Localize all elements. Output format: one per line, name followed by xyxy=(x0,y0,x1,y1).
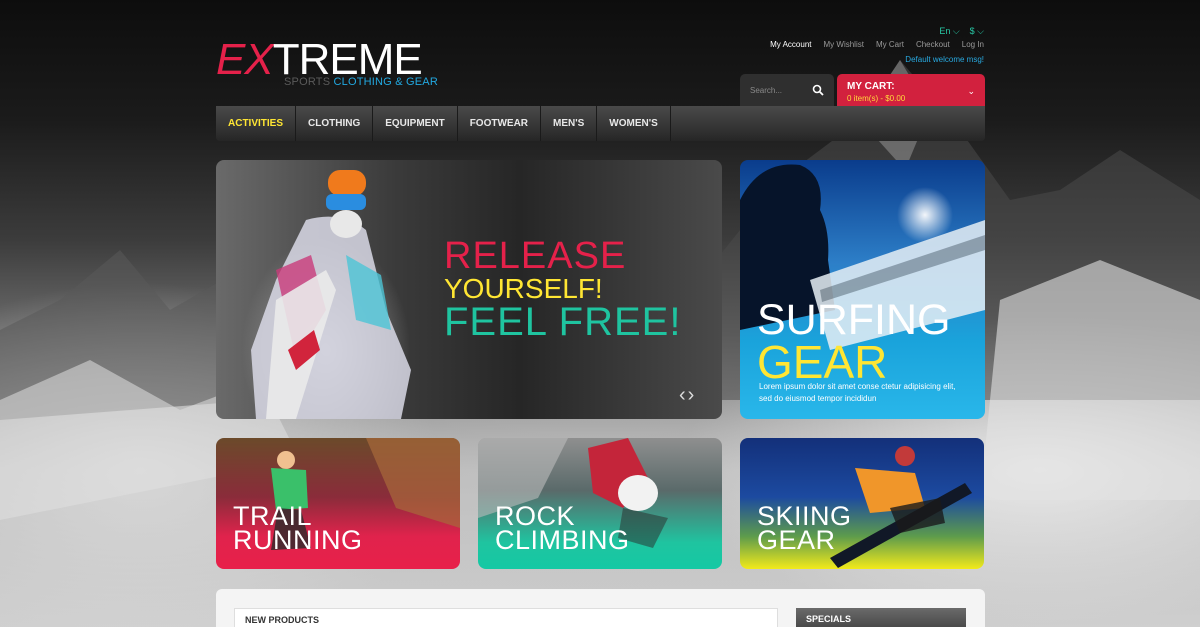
hero-line-release: RELEASE xyxy=(444,235,627,277)
search-input[interactable]: Search... xyxy=(750,86,782,95)
logo-tagline: SPORTS CLOTHING & GEAR xyxy=(284,76,438,88)
rock-climbing-title: ROCK CLIMBING xyxy=(495,503,630,555)
skiing-gear-title: SKIING GEAR xyxy=(757,503,852,555)
nav-equipment[interactable]: EQUIPMENT xyxy=(373,106,458,141)
checkout-link[interactable]: Checkout xyxy=(916,40,950,49)
prev-arrow-icon[interactable]: ‹ xyxy=(679,384,686,407)
logo-prefix: EX xyxy=(216,35,274,84)
site-logo[interactable]: EXTREME SPORTS CLOTHING & GEAR xyxy=(216,35,438,89)
search-icon[interactable] xyxy=(812,84,824,96)
hero-headline: RELEASE YOURSELF! FEEL FREE! xyxy=(444,235,682,344)
account-links: My Account My Wishlist My Cart Checkout … xyxy=(770,40,984,49)
specials-heading: SPECIALS xyxy=(796,608,966,627)
nav-footwear[interactable]: FOOTWEAR xyxy=(458,106,542,141)
welcome-message: Default welcome msg! xyxy=(905,55,984,64)
surfing-description: Lorem ipsum dolor sit amet conse ctetur … xyxy=(759,382,956,403)
rock-climbing-banner[interactable]: ROCK CLIMBING xyxy=(478,438,722,569)
my-wishlist-link[interactable]: My Wishlist xyxy=(824,40,864,49)
my-cart-link[interactable]: My Cart xyxy=(876,40,904,49)
ski-line-2: GEAR xyxy=(757,525,836,555)
log-in-link[interactable]: Log In xyxy=(962,40,984,49)
next-arrow-icon[interactable]: › xyxy=(688,384,695,407)
cart-summary: 0 item(s) - $0.00 xyxy=(847,94,906,103)
trail-line-2: RUNNING xyxy=(233,525,363,555)
logo-tagline-sports: SPORTS xyxy=(284,76,334,88)
currency-select[interactable]: $ ⌵ xyxy=(970,26,984,37)
skiing-gear-banner[interactable]: SKIING GEAR xyxy=(740,438,984,569)
nav-clothing[interactable]: CLOTHING xyxy=(296,106,374,141)
slider-arrows: ‹ › xyxy=(679,384,694,407)
language-select[interactable]: En ⌵ xyxy=(939,26,959,37)
search-box[interactable]: Search... xyxy=(740,74,834,106)
hero-line-feel-free: FEEL FREE! xyxy=(444,300,682,344)
locale-switchers: En ⌵ $ ⌵ xyxy=(939,26,984,37)
nav-activities[interactable]: ACTIVITIES xyxy=(216,106,297,141)
nav-womens[interactable]: WOMEN'S xyxy=(597,106,671,141)
logo-tagline-clothing: CLOTHING & GEAR xyxy=(333,76,438,88)
cart-dropdown[interactable]: MY CART: 0 item(s) - $0.00 ⌄ xyxy=(837,74,985,106)
main-navigation: ACTIVITIES CLOTHING EQUIPMENT FOOTWEAR M… xyxy=(216,106,985,141)
chevron-down-icon[interactable]: ⌄ xyxy=(967,86,975,97)
surfing-gear-banner[interactable]: SURFING GEAR Lorem ipsum dolor sit amet … xyxy=(740,160,985,419)
new-products-heading: NEW PRODUCTS xyxy=(234,608,778,627)
nav-mens[interactable]: MEN'S xyxy=(541,106,598,141)
trail-running-title: TRAIL RUNNING xyxy=(233,503,363,555)
my-account-link[interactable]: My Account xyxy=(770,40,811,49)
content-panel: NEW PRODUCTS SPECIALS xyxy=(216,589,985,627)
trail-running-banner[interactable]: TRAIL RUNNING xyxy=(216,438,460,569)
cart-title: MY CART: xyxy=(847,81,895,92)
rock-line-2: CLIMBING xyxy=(495,525,630,555)
hero-slider[interactable]: RELEASE YOURSELF! FEEL FREE! ‹ › xyxy=(216,160,722,419)
